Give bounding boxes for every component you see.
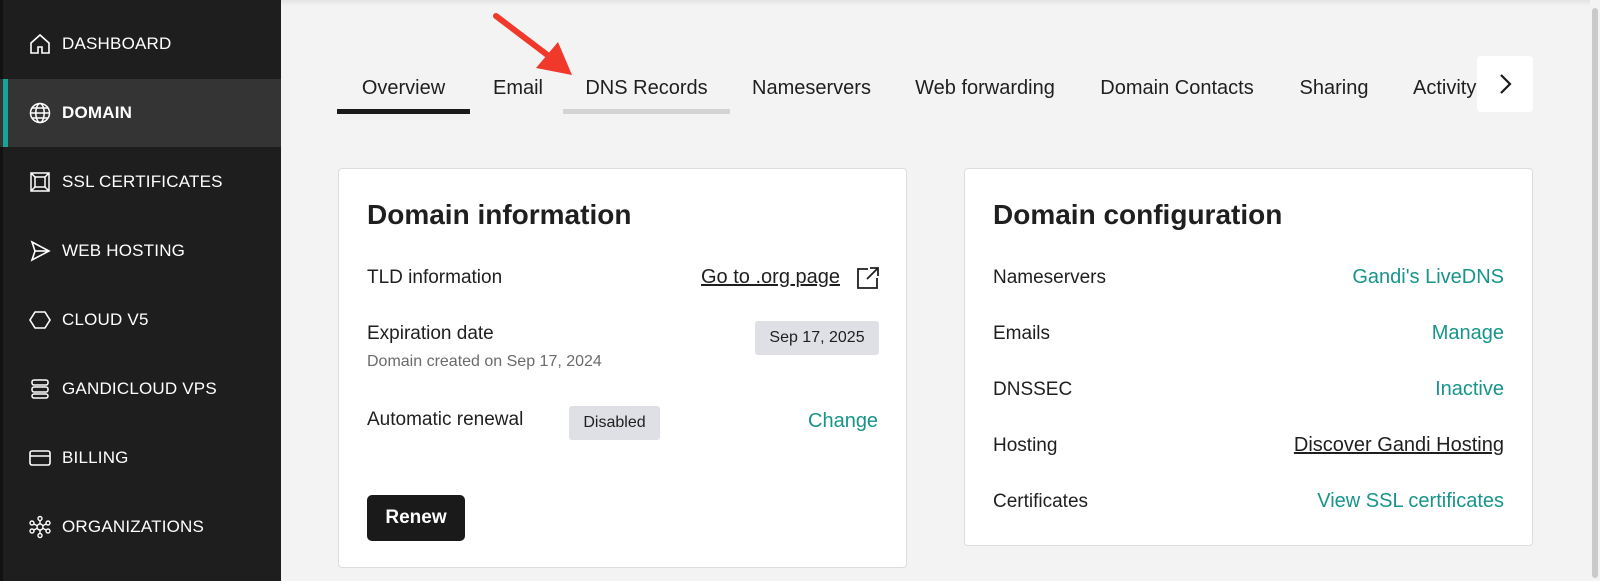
sidebar-item-domain[interactable]: DOMAIN <box>0 79 281 147</box>
send-icon <box>28 239 52 263</box>
tab-label: Domain Contacts <box>1100 76 1254 99</box>
sidebar-item-dashboard[interactable]: DASHBOARD <box>0 10 281 78</box>
sidebar-item-label: DASHBOARD <box>62 34 172 53</box>
sidebar-item-label: BILLING <box>62 448 129 467</box>
hosting-label: Hosting <box>993 435 1058 456</box>
sidebar-item-label: GANDICLOUD VPS <box>62 379 217 398</box>
dnssec-status-link[interactable]: Inactive <box>1435 378 1504 401</box>
sidebar-item-cloud-v5[interactable]: CLOUD V5 <box>0 286 281 354</box>
sidebar: DASHBOARD DOMAIN SSL CERTIFICATES WEB HO… <box>0 0 281 581</box>
external-link-icon[interactable] <box>855 265 881 291</box>
tab-label: Overview <box>361 76 446 99</box>
server-stack-icon <box>28 377 52 401</box>
certificate-icon <box>28 170 52 194</box>
home-icon <box>28 32 52 56</box>
hexagon-icon <box>28 308 52 332</box>
tab-dns-records[interactable]: DNS Records <box>563 62 730 114</box>
sidebar-item-label: ORGANIZATIONS <box>62 517 205 536</box>
network-icon <box>28 515 52 539</box>
sidebar-item-label: CLOUD V5 <box>62 310 149 329</box>
change-renewal-link[interactable]: Change <box>808 410 878 433</box>
discover-hosting-link[interactable]: Discover Gandi Hosting <box>1294 434 1504 457</box>
tld-information-label: TLD information <box>367 267 503 288</box>
emails-label: Emails <box>993 323 1051 344</box>
sidebar-item-organizations[interactable]: ORGANIZATIONS <box>0 493 281 561</box>
tab-hover-underline <box>563 109 730 114</box>
renew-button[interactable]: Renew <box>367 495 465 541</box>
nameservers-label: Nameservers <box>993 267 1106 288</box>
chevron-right-icon <box>1500 74 1512 94</box>
tab-overview[interactable]: Overview <box>337 62 470 114</box>
tab-label: Email <box>492 76 543 99</box>
tab-label: Sharing <box>1299 76 1369 99</box>
tab-domain-contacts[interactable]: Domain Contacts <box>1077 62 1277 114</box>
certificates-label: Certificates <box>993 491 1089 512</box>
automatic-renewal-label: Automatic renewal <box>367 409 524 430</box>
tab-sharing[interactable]: Sharing <box>1277 62 1391 114</box>
expiration-date-badge: Sep 17, 2025 <box>755 321 879 355</box>
active-indicator <box>3 79 8 147</box>
domain-configuration-card: Domain configuration Nameservers Gandi's… <box>964 168 1533 546</box>
domain-created-text: Domain created on Sep 17, 2024 <box>367 353 602 370</box>
sidebar-item-label: SSL CERTIFICATES <box>62 172 223 191</box>
tab-active-underline <box>337 109 470 114</box>
domain-information-card: Domain information TLD information Go to… <box>338 168 907 568</box>
view-ssl-certificates-link[interactable]: View SSL certificates <box>1317 490 1504 513</box>
tab-bar: Overview Email DNS Records Nameservers W… <box>337 62 1477 114</box>
dnssec-label: DNSSEC <box>993 379 1073 400</box>
sidebar-item-label: WEB HOSTING <box>62 241 186 260</box>
manage-emails-link[interactable]: Manage <box>1432 322 1504 345</box>
scrollbar-thumb[interactable] <box>1592 8 1598 578</box>
header-shadow <box>281 0 1600 6</box>
tab-label: DNS Records <box>585 76 708 99</box>
tab-label: Nameservers <box>752 76 871 99</box>
sidebar-item-ssl-certificates[interactable]: SSL CERTIFICATES <box>0 148 281 216</box>
globe-icon <box>28 101 52 125</box>
tab-web-forwarding[interactable]: Web forwarding <box>893 62 1077 114</box>
card-title: Domain configuration <box>993 199 1283 230</box>
sidebar-item-label: DOMAIN <box>62 103 133 122</box>
go-to-org-page-link[interactable]: Go to .org page <box>701 266 840 289</box>
tab-email[interactable]: Email <box>470 62 566 114</box>
sidebar-item-gandicloud-vps[interactable]: GANDICLOUD VPS <box>0 355 281 423</box>
renewal-status-badge: Disabled <box>569 406 660 440</box>
sidebar-item-billing[interactable]: BILLING <box>0 424 281 492</box>
nameservers-link[interactable]: Gandi's LiveDNS <box>1352 266 1504 289</box>
tab-label: Web forwarding <box>915 76 1055 99</box>
expiration-date-label: Expiration date <box>367 323 494 344</box>
tab-nameservers[interactable]: Nameservers <box>730 62 893 114</box>
card-title: Domain information <box>367 199 632 230</box>
sidebar-item-web-hosting[interactable]: WEB HOSTING <box>0 217 281 285</box>
page-scrollbar[interactable] <box>1590 0 1600 581</box>
credit-card-icon <box>28 446 52 470</box>
tab-activity[interactable]: Activity <box>1391 62 1477 114</box>
tab-scroll-right-button[interactable] <box>1477 56 1533 112</box>
tab-label: Activity <box>1413 76 1477 99</box>
